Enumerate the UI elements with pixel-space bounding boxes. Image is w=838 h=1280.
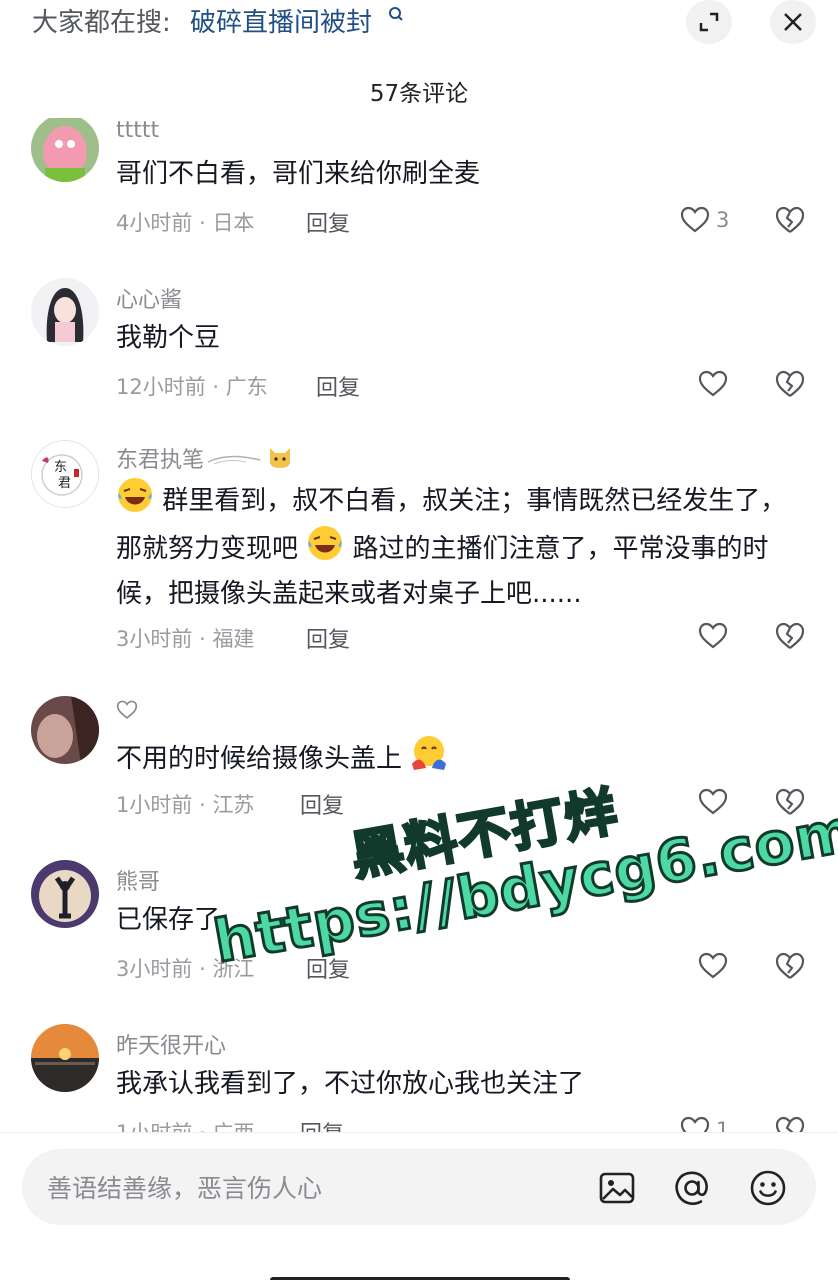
broken-heart-icon[interactable]	[775, 951, 805, 981]
avatar[interactable]: 东 君	[31, 440, 99, 508]
comment-location: 广东	[225, 375, 268, 399]
cat-face-icon	[270, 448, 290, 468]
comment-location: 江苏	[212, 793, 255, 817]
heart-icon[interactable]	[698, 952, 728, 980]
comment-time: 4小时前	[116, 211, 193, 235]
broken-heart-icon[interactable]	[775, 369, 805, 399]
comment-text-body: 不用的时候给摄像头盖上	[116, 744, 403, 774]
comment-time: 3小时前	[116, 957, 193, 981]
hugging-face-emoji-icon	[412, 736, 447, 770]
brush-stroke-icon	[207, 455, 261, 465]
heart-icon[interactable]	[680, 206, 710, 234]
image-icon[interactable]	[598, 1169, 636, 1207]
broken-heart-icon[interactable]	[775, 205, 805, 235]
reply-button[interactable]: 回复	[300, 1116, 344, 1132]
reply-button[interactable]: 回复	[300, 788, 344, 820]
comment-input-placeholder: 善语结善缘，恶言伤人心	[47, 1174, 323, 1203]
at-mention-icon[interactable]	[673, 1169, 711, 1207]
avatar[interactable]	[31, 1024, 99, 1092]
heart-username-icon	[116, 700, 138, 719]
trending-search-prefix: 大家都在搜:	[32, 8, 171, 38]
meta-separator: ·	[199, 957, 206, 981]
comment-username[interactable]: 东君执笔	[116, 442, 204, 474]
meta-separator: ·	[212, 375, 220, 399]
comment-composer: 善语结善缘，恶言伤人心	[0, 1132, 838, 1280]
comment-meta: 1小时前 · 江苏	[116, 789, 254, 819]
meta-separator: ·	[199, 211, 206, 235]
comment-meta: 3小时前 · 福建	[116, 623, 254, 653]
laughing-crying-emoji-icon	[308, 526, 343, 560]
heart-icon[interactable]	[680, 1116, 710, 1132]
svg-text:东: 东	[54, 460, 67, 475]
reply-button[interactable]: 回复	[316, 370, 360, 402]
laughing-crying-emoji-icon	[118, 478, 152, 512]
heart-icon[interactable]	[698, 370, 728, 398]
comment-count-title: 57条评论	[369, 81, 469, 107]
comment-username[interactable]: ttttt	[116, 118, 159, 143]
like-count: 3	[716, 208, 730, 232]
reply-button[interactable]: 回复	[306, 206, 350, 238]
avatar[interactable]	[31, 278, 99, 346]
heart-icon[interactable]	[698, 622, 728, 650]
comment-meta: 1小时前 · 广西	[116, 1117, 254, 1132]
comment-time: 1小时前	[116, 793, 193, 817]
comment-time: 1小时前	[116, 1121, 192, 1132]
reply-button[interactable]: 回复	[306, 622, 350, 654]
avatar[interactable]	[31, 118, 99, 182]
expand-icon	[699, 12, 719, 32]
broken-heart-icon[interactable]	[775, 1115, 805, 1132]
comment-text: 我勒个豆	[116, 323, 221, 353]
svg-text:君: 君	[58, 476, 71, 491]
broken-heart-icon[interactable]	[775, 621, 805, 651]
trending-search-link[interactable]: 破碎直播间被封	[190, 2, 372, 39]
comment-input[interactable]: 善语结善缘，恶言伤人心	[22, 1149, 816, 1225]
close-button[interactable]	[770, 0, 816, 44]
comment-meta: 4小时前 · 日本	[116, 207, 254, 237]
comment-text: 群里看到，叔不白看，叔关注；事情既然已经发生了，那就努力变现吧 路过的主播们注意…	[116, 476, 796, 617]
comment-username[interactable]: 昨天很开心	[116, 1028, 226, 1060]
meta-separator: ·	[199, 1121, 206, 1132]
comment-text: 哥们不白看，哥们来给你刷全麦	[116, 159, 481, 189]
emoji-icon[interactable]	[749, 1169, 787, 1207]
avatar[interactable]	[31, 696, 99, 764]
expand-button[interactable]	[686, 0, 732, 44]
comment-location: 广西	[212, 1121, 254, 1132]
comment-time: 3小时前	[116, 627, 193, 651]
comment-location: 日本	[212, 211, 255, 235]
meta-separator: ·	[199, 793, 206, 817]
comment-text: 我承认我看到了，不过你放心我也关注了	[116, 1069, 585, 1099]
comment-username[interactable]: 熊哥	[116, 864, 160, 896]
avatar[interactable]	[31, 860, 99, 928]
search-icon	[389, 7, 403, 21]
comment-username[interactable]: 心心酱	[116, 282, 182, 314]
like-count: 1	[716, 1118, 730, 1132]
meta-separator: ·	[199, 627, 206, 651]
comment-meta: 12小时前 · 广东	[116, 371, 268, 401]
comment-time: 12小时前	[116, 375, 206, 399]
top-bar: 大家都在搜: 破碎直播间被封	[0, 0, 838, 44]
close-icon	[784, 13, 802, 31]
comment-location: 福建	[212, 627, 255, 651]
